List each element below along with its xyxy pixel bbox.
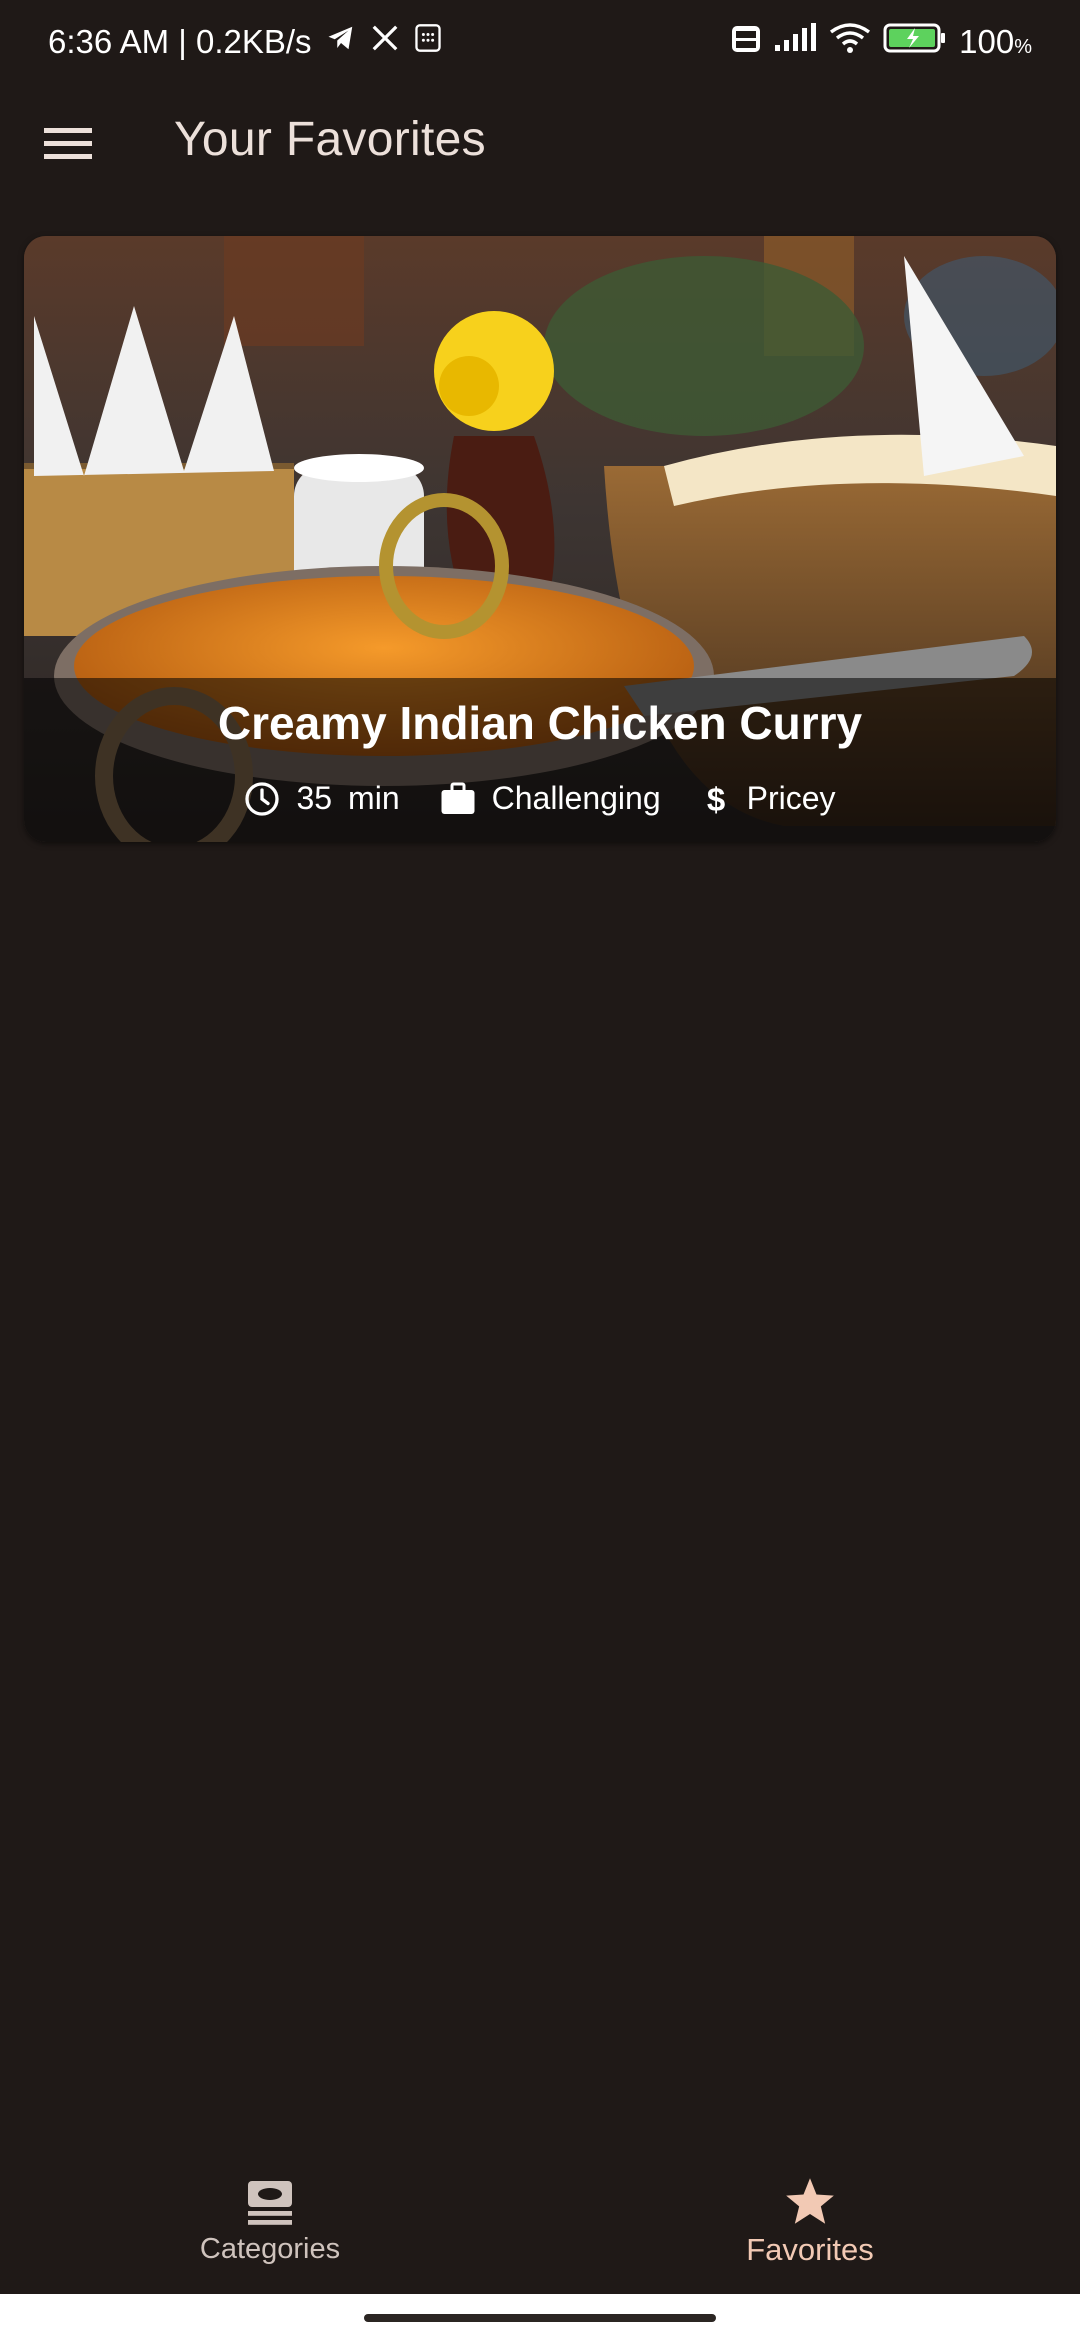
affordability-label: Pricey	[746, 780, 836, 816]
app-bar: Your Favorites	[0, 84, 1080, 208]
complexity-label: Challenging	[491, 780, 661, 816]
status-left: 6:36 AM | 0.2KB/s	[48, 23, 442, 61]
meal-card[interactable]: Creamy Indian Chicken Curry 35 min Chall…	[24, 236, 1056, 842]
hamburger-menu-icon	[44, 128, 92, 159]
star-icon	[786, 2178, 834, 2224]
clock-icon	[245, 781, 280, 816]
work-icon	[441, 782, 475, 814]
status-time-speed: 6:36 AM | 0.2KB/s	[48, 23, 312, 60]
nav-label-favorites: Favorites	[746, 2232, 874, 2267]
nav-favorites[interactable]: Favorites	[540, 2150, 1080, 2294]
battery-icon	[883, 23, 947, 61]
wifi-icon	[829, 22, 871, 62]
meta-affordability: $ Pricey	[701, 780, 836, 817]
page-title: Your Favorites	[174, 113, 486, 166]
meta-duration: 35 min	[244, 780, 400, 817]
status-right: 100%	[731, 22, 1032, 62]
status-bar: 6:36 AM | 0.2KB/s 100%	[0, 0, 1080, 84]
nav-label-categories: Categories	[199, 2232, 341, 2265]
meta-complexity: Challenging	[440, 780, 661, 817]
duration-value: 35	[296, 780, 333, 816]
svg-text:$: $	[706, 781, 724, 817]
dollar-icon: $	[706, 781, 724, 817]
meal-meta: 35 min Challenging $ Pricey	[24, 780, 1056, 817]
volte-icon	[731, 23, 761, 61]
bottom-nav: Categories Favorites	[0, 2150, 1080, 2294]
gesture-handle[interactable]	[364, 2314, 716, 2322]
duration-unit: min	[348, 780, 400, 816]
menu-button[interactable]	[30, 106, 106, 182]
nav-categories[interactable]: Categories	[0, 2150, 540, 2294]
battery-level: 100%	[959, 23, 1032, 60]
telegram-icon	[326, 23, 356, 61]
x-icon	[370, 23, 400, 61]
meal-title: Creamy Indian Chicken Curry	[217, 697, 863, 749]
calculator-icon	[414, 23, 442, 61]
signal-icon	[773, 23, 817, 61]
set-meal-icon	[248, 2180, 292, 2225]
